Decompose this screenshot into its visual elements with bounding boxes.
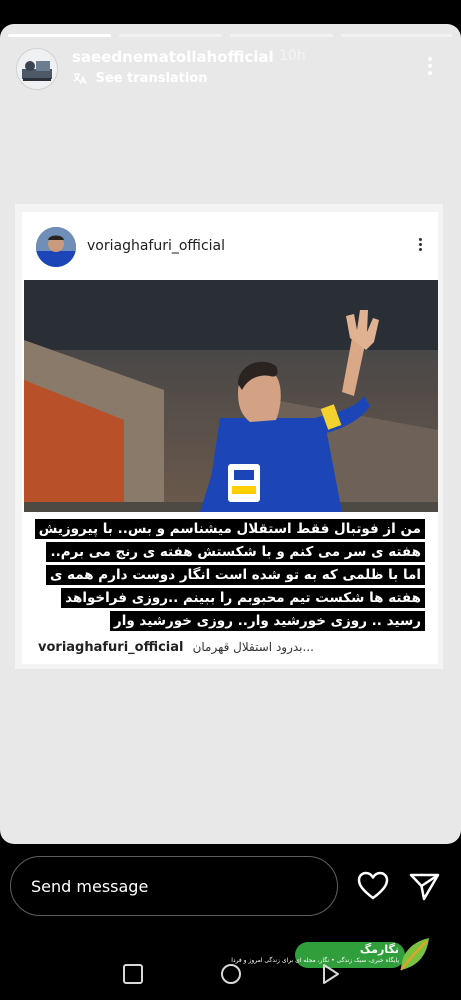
post-caption-overlay: من از فوتبال فقط استقلال میشناسم و بس.. … bbox=[25, 518, 425, 633]
shared-post-screenshot: voriaghafuri_official من از فوتبال فقط ا… bbox=[15, 204, 443, 669]
post-footer: voriaghafuri_official بدرود استقلال قهرم… bbox=[38, 636, 428, 656]
post-author-avatar bbox=[36, 227, 76, 267]
send-icon[interactable] bbox=[407, 870, 441, 902]
story-progress-segment bbox=[341, 34, 452, 37]
post-photo bbox=[24, 280, 438, 512]
watermark-badge: نگارمگ پایگاه خبری، سبک زندگی • نگار، مج… bbox=[231, 942, 405, 968]
send-message-input[interactable]: Send message bbox=[10, 856, 338, 916]
see-translation-label: See translation bbox=[95, 71, 208, 86]
translate-icon bbox=[73, 73, 87, 85]
caption-line: هفته ی سر می کنم و با شکستش هفته ی رنج م… bbox=[46, 542, 425, 562]
story-viewer[interactable]: saeednematollahofficial 10h See translat… bbox=[0, 24, 461, 844]
more-vertical-icon bbox=[414, 236, 426, 258]
story-progress-segment bbox=[8, 34, 111, 37]
more-vertical-icon[interactable] bbox=[420, 54, 440, 82]
avatar-image bbox=[17, 49, 57, 89]
circle-icon[interactable] bbox=[219, 962, 243, 986]
author-avatar[interactable] bbox=[16, 48, 58, 90]
caption-line: من از فوتبال فقط استقلال میشناسم و بس.. … bbox=[34, 519, 425, 539]
caption-line: رسید .. روزی خورشید وار.. روزی خورشید وا… bbox=[109, 611, 425, 631]
heart-icon[interactable] bbox=[356, 870, 390, 902]
footer-caption: بدرود استقلال قهرمان... bbox=[192, 640, 314, 654]
story-author-username[interactable]: saeednematollahofficial bbox=[72, 48, 274, 66]
story-progress-segment bbox=[119, 34, 222, 37]
watermark-tagline: پایگاه خبری، سبک زندگی • نگار، مجله ای ب… bbox=[231, 957, 399, 964]
story-timestamp: 10h bbox=[279, 48, 306, 64]
see-translation-link[interactable]: See translation bbox=[72, 71, 208, 86]
story-progress-segment bbox=[230, 34, 333, 37]
leaf-logo-icon bbox=[400, 938, 429, 971]
player-waving-photo bbox=[24, 280, 438, 512]
watermark-name: نگارمگ bbox=[359, 943, 399, 956]
square-icon[interactable] bbox=[121, 962, 145, 986]
post-author-username: voriaghafuri_official bbox=[87, 238, 226, 254]
avatar-image bbox=[36, 227, 76, 267]
send-message-placeholder: Send message bbox=[31, 877, 149, 896]
footer-username: voriaghafuri_official bbox=[38, 640, 184, 655]
triangle-icon[interactable] bbox=[318, 962, 342, 986]
site-watermark: نگارمگ پایگاه خبری، سبک زندگی • نگار، مج… bbox=[231, 936, 433, 976]
post-card: voriaghafuri_official من از فوتبال فقط ا… bbox=[22, 212, 438, 664]
caption-line: اما با ظلمی که به تو شده است انگار دوست … bbox=[45, 565, 425, 585]
caption-line: هفته ها شکست تیم محبوبم را ببینم ..روزی … bbox=[61, 588, 425, 608]
